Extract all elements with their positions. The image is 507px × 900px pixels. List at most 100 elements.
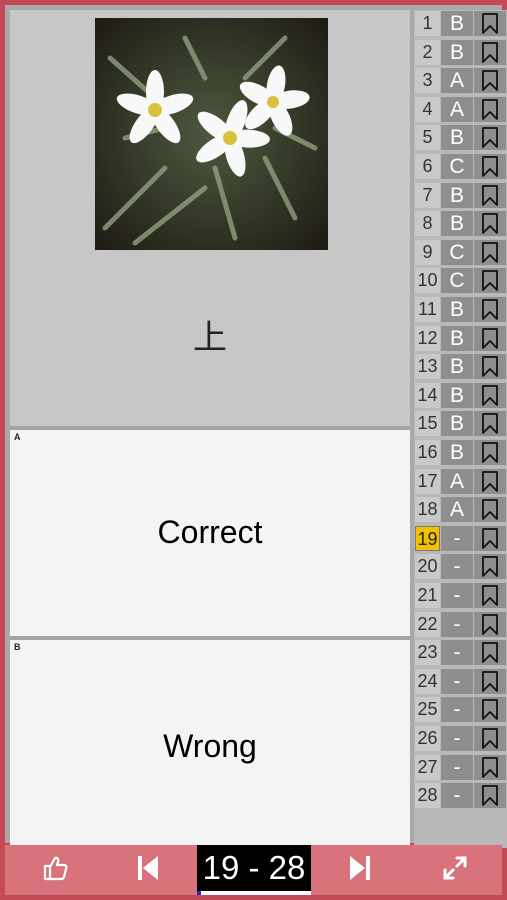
answer-option-b[interactable]: B Wrong	[10, 636, 410, 848]
answer-text: Correct	[157, 514, 263, 550]
question-list-item[interactable]: 2B	[414, 39, 507, 66]
question-number: 3	[415, 68, 440, 94]
bookmark-icon[interactable]	[474, 411, 506, 437]
question-answer: -	[441, 726, 473, 751]
question-number: 13	[415, 354, 440, 380]
bookmark-icon[interactable]	[474, 783, 506, 809]
question-list-item[interactable]: 3A	[414, 67, 507, 94]
bookmark-icon[interactable]	[474, 754, 506, 780]
question-list-item[interactable]: 23-	[414, 639, 507, 666]
question-number: 25	[415, 697, 440, 723]
bookmark-icon[interactable]	[474, 583, 506, 608]
bookmark-icon[interactable]	[474, 440, 506, 465]
question-list-item[interactable]: 10 C	[414, 267, 507, 294]
question-answer: -	[441, 583, 473, 608]
question-area: 上	[10, 10, 410, 426]
bookmark-icon[interactable]	[474, 96, 506, 122]
question-answer: B	[441, 39, 473, 65]
question-answer: A	[441, 468, 473, 494]
question-list-item[interactable]: 12 B	[414, 325, 507, 352]
question-list-item[interactable]: 1B	[414, 10, 507, 37]
question-number: 27	[415, 754, 440, 780]
question-answer: B	[441, 382, 473, 408]
question-number: 21	[415, 583, 440, 608]
fullscreen-button[interactable]	[430, 845, 480, 895]
question-list-item[interactable]: 11 B	[414, 296, 507, 323]
skip-next-icon	[349, 855, 371, 886]
question-list-item[interactable]: 20-	[414, 553, 507, 580]
bookmark-icon[interactable]	[474, 554, 506, 580]
bottom-toolbar: 19 - 28	[5, 845, 502, 895]
like-button[interactable]	[30, 845, 80, 895]
question-answer: B	[441, 354, 473, 380]
question-list-item[interactable]: 9C	[414, 239, 507, 266]
question-answer: -	[441, 525, 473, 551]
bookmark-icon[interactable]	[474, 640, 506, 666]
skip-previous-icon	[137, 855, 159, 886]
bookmark-icon[interactable]	[474, 39, 506, 65]
bookmark-icon[interactable]	[474, 211, 506, 237]
question-list-item[interactable]: 25-	[414, 696, 507, 723]
question-list-item[interactable]: 27-	[414, 754, 507, 781]
answer-text: Wrong	[163, 728, 257, 764]
bookmark-icon[interactable]	[474, 668, 506, 694]
question-list-item[interactable]: 8B	[414, 210, 507, 237]
question-number: 14	[415, 382, 440, 408]
question-list-item[interactable]: 5B	[414, 124, 507, 151]
question-list-item[interactable]: 4A	[414, 96, 507, 123]
next-page-button[interactable]	[335, 845, 385, 895]
answer-option-a[interactable]: A Correct	[10, 426, 410, 636]
question-answer: C	[441, 268, 473, 294]
question-number: 22	[415, 611, 440, 637]
question-number: 5	[415, 125, 440, 151]
bookmark-icon[interactable]	[474, 726, 506, 751]
question-list-item[interactable]: 22-	[414, 611, 507, 638]
bookmark-icon[interactable]	[474, 611, 506, 637]
question-list-item[interactable]: 28-	[414, 782, 507, 809]
bookmark-icon[interactable]	[474, 325, 506, 351]
question-answer: A	[441, 68, 473, 94]
thumbs-up-icon	[41, 854, 69, 887]
question-list-item[interactable]: 15 B	[414, 410, 507, 437]
question-answer: C	[441, 239, 473, 265]
question-number: 10	[415, 268, 440, 294]
question-list-item[interactable]: 13 B	[414, 353, 507, 380]
bookmark-icon[interactable]	[474, 268, 506, 294]
question-number: 23	[415, 640, 440, 666]
question-number: 1	[415, 11, 440, 36]
bookmark-icon[interactable]	[474, 497, 506, 523]
question-number: 18	[415, 497, 440, 523]
question-answer: B	[441, 211, 473, 237]
question-list-item[interactable]: 7B	[414, 182, 507, 209]
previous-page-button[interactable]	[123, 845, 173, 895]
bookmark-icon[interactable]	[474, 297, 506, 322]
answer-letter: B	[14, 642, 21, 652]
question-text: 上	[193, 318, 227, 358]
bookmark-icon[interactable]	[474, 239, 506, 265]
bookmark-icon[interactable]	[474, 697, 506, 723]
question-list-item[interactable]: 6C	[414, 153, 507, 180]
bookmark-icon[interactable]	[474, 525, 506, 551]
bookmark-icon[interactable]	[474, 125, 506, 151]
question-list-item[interactable]: 19-	[414, 525, 507, 552]
bookmark-icon[interactable]	[474, 382, 506, 408]
bookmark-icon[interactable]	[474, 182, 506, 208]
question-list-item[interactable]: 18 A	[414, 496, 507, 523]
bookmark-icon[interactable]	[474, 11, 506, 36]
question-list-item[interactable]: 16 B	[414, 439, 507, 466]
question-list-item[interactable]: 14 B	[414, 382, 507, 409]
bookmark-icon[interactable]	[474, 68, 506, 94]
bookmark-icon[interactable]	[474, 354, 506, 380]
question-list-item[interactable]: 26-	[414, 725, 507, 752]
expand-icon	[441, 854, 469, 887]
question-list-item[interactable]: 24-	[414, 668, 507, 695]
question-number: 6	[415, 154, 440, 179]
bookmark-icon[interactable]	[474, 154, 506, 179]
question-list-item[interactable]: 17 A	[414, 468, 507, 495]
question-answer: C	[441, 154, 473, 179]
question-answer: -	[441, 611, 473, 637]
question-number: 11	[415, 297, 440, 322]
bookmark-icon[interactable]	[474, 468, 506, 494]
question-list-item[interactable]: 21-	[414, 582, 507, 609]
question-number: 7	[415, 182, 440, 208]
